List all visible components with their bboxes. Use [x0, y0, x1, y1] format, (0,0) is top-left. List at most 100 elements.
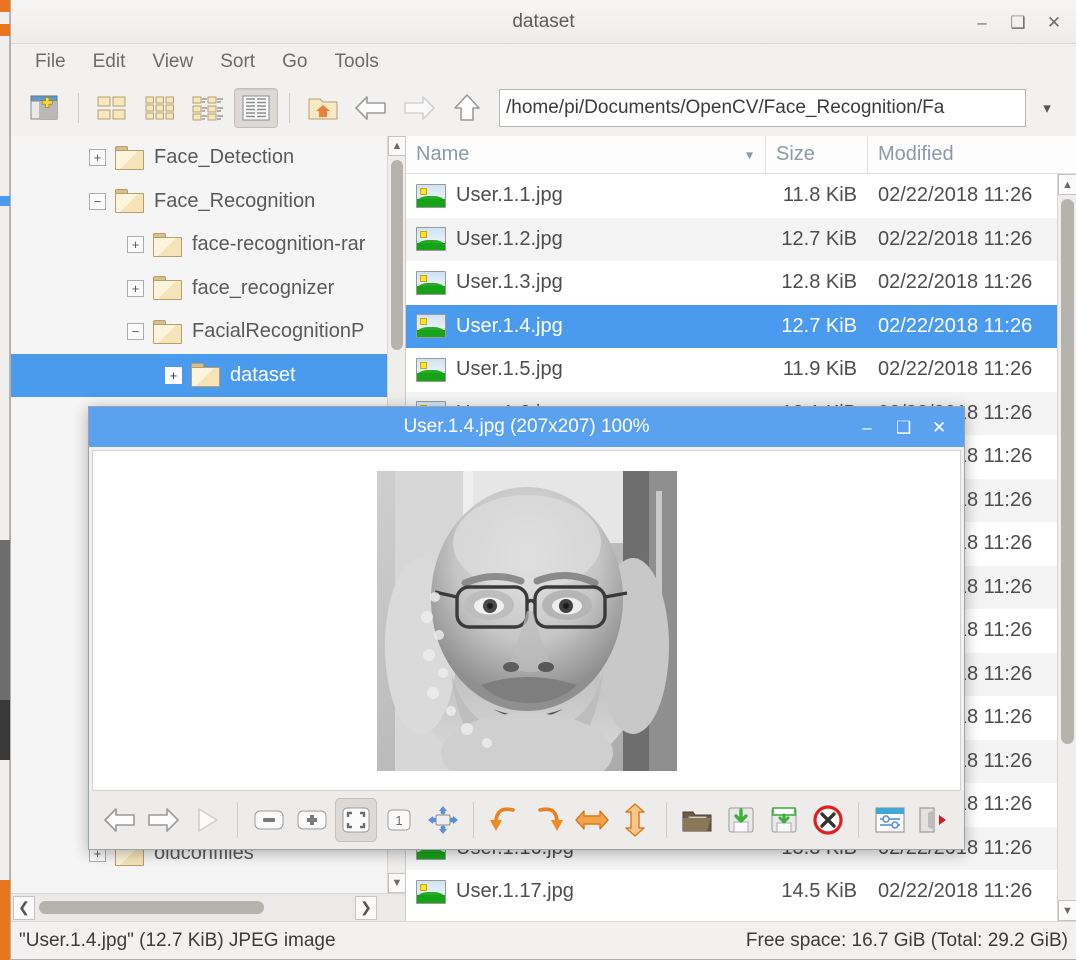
- path-dropdown-chevron-down-icon[interactable]: ▾: [1030, 89, 1064, 127]
- path-input[interactable]: /home/pi/Documents/OpenCV/Face_Recogniti…: [499, 89, 1026, 127]
- image-file-icon: [416, 184, 446, 208]
- list-vertical-scrollbar[interactable]: ▲ ▼: [1057, 174, 1076, 921]
- slideshow-play-icon[interactable]: [186, 798, 227, 842]
- file-row-modified-cell: 02/22/2018 11:26: [868, 228, 1057, 251]
- tree-item-facialrecognitionp[interactable]: − FacialRecognitionP: [11, 310, 387, 354]
- path-text: /home/pi/Documents/OpenCV/Face_Recogniti…: [506, 97, 944, 119]
- maximize-button[interactable]: ❑: [1010, 14, 1026, 31]
- tree-scroll-left-arrow-icon[interactable]: ❮: [13, 896, 35, 920]
- file-name-label: User.1.1.jpg: [456, 184, 563, 207]
- save-icon[interactable]: [720, 798, 761, 842]
- open-file-icon[interactable]: [677, 798, 718, 842]
- image-canvas[interactable]: [92, 450, 961, 791]
- tree-scroll-up-arrow-icon[interactable]: ▲: [388, 136, 405, 156]
- tree-expander-toggle[interactable]: +: [165, 367, 182, 384]
- tree-expander-toggle[interactable]: +: [127, 236, 144, 253]
- file-row-modified-cell: 02/22/2018 11:26: [868, 358, 1057, 381]
- close-button[interactable]: ✕: [1046, 14, 1062, 31]
- compact-view-icon[interactable]: [186, 88, 230, 128]
- background-window-sliver[interactable]: [0, 0, 10, 960]
- zoom-out-icon[interactable]: [248, 798, 289, 842]
- tree-expander-toggle[interactable]: −: [89, 193, 106, 210]
- statusbar-free-space: Free space: 16.7 GiB (Total: 29.2 GiB): [746, 930, 1068, 952]
- minimize-button[interactable]: –: [860, 419, 874, 436]
- zoom-fit-icon[interactable]: [335, 798, 377, 842]
- menu-tools[interactable]: Tools: [324, 49, 388, 75]
- toggle-sidebar-icon[interactable]: [23, 88, 67, 128]
- table-row[interactable]: User.1.1.jpg11.8 KiB02/22/2018 11:26: [406, 174, 1057, 218]
- file-row-modified-cell: 02/22/2018 11:26: [868, 315, 1057, 338]
- menu-view[interactable]: View: [142, 49, 203, 75]
- tree-item-label: face-recognition-rar: [192, 233, 365, 256]
- image-viewer-titlebar[interactable]: User.1.4.jpg (207x207) 100% – ❑ ✕: [89, 407, 964, 447]
- fullscreen-icon[interactable]: [422, 798, 463, 842]
- back-arrow-icon[interactable]: [349, 88, 393, 128]
- forward-arrow-icon[interactable]: [397, 88, 441, 128]
- up-arrow-icon[interactable]: [445, 88, 489, 128]
- list-scroll-up-arrow-icon[interactable]: ▲: [1058, 174, 1076, 195]
- detailed-list-view-icon[interactable]: [234, 88, 278, 128]
- home-folder-icon[interactable]: [301, 88, 345, 128]
- column-header-size-label: Size: [776, 143, 815, 166]
- preferences-icon[interactable]: [869, 798, 910, 842]
- column-header-modified[interactable]: Modified: [868, 136, 1076, 173]
- rotate-right-icon[interactable]: [528, 798, 569, 842]
- background-window-accent: [0, 0, 10, 12]
- thumbnail-view-icon[interactable]: [138, 88, 182, 128]
- tree-hscroll-thumb[interactable]: [39, 901, 264, 914]
- viewer-toolbar-separator: [666, 802, 667, 838]
- menu-sort[interactable]: Sort: [210, 49, 265, 75]
- icon-view-icon[interactable]: [90, 88, 134, 128]
- column-header-name-label: Name: [416, 143, 469, 166]
- file-row-modified-cell: 02/22/2018 11:26: [868, 184, 1057, 207]
- list-scroll-down-arrow-icon[interactable]: ▼: [1058, 900, 1076, 921]
- maximize-button[interactable]: ❑: [896, 419, 910, 436]
- list-scroll-thumb[interactable]: [1061, 199, 1074, 744]
- tree-scroll-down-arrow-icon[interactable]: ▼: [388, 873, 405, 893]
- tree-item-face-recognizer[interactable]: +face_recognizer: [11, 267, 387, 311]
- previous-image-icon[interactable]: [99, 798, 140, 842]
- save-as-icon[interactable]: [764, 798, 805, 842]
- tree-scroll-right-arrow-icon[interactable]: ❯: [355, 896, 377, 920]
- minimize-button[interactable]: –: [974, 14, 990, 31]
- tree-horizontal-scrollbar[interactable]: ❮ ❯: [11, 893, 405, 921]
- rotate-left-icon[interactable]: [484, 798, 525, 842]
- tree-item-face-recognition[interactable]: − Face_Recognition: [11, 180, 387, 224]
- menu-file[interactable]: File: [25, 49, 76, 75]
- statusbar: "User.1.4.jpg" (12.7 KiB) JPEG image Fre…: [11, 921, 1076, 959]
- column-header-size[interactable]: Size: [766, 136, 868, 173]
- folder-icon: [153, 233, 183, 257]
- next-image-icon[interactable]: [142, 798, 183, 842]
- close-button[interactable]: ✕: [932, 419, 946, 436]
- flip-horizontal-icon[interactable]: [571, 798, 612, 842]
- tree-expander-toggle[interactable]: +: [127, 280, 144, 297]
- file-manager-titlebar[interactable]: dataset – ❑ ✕: [11, 0, 1076, 44]
- tree-item-dataset[interactable]: +dataset: [11, 354, 387, 398]
- zoom-in-icon[interactable]: [292, 798, 333, 842]
- table-row[interactable]: User.1.5.jpg11.9 KiB02/22/2018 11:26: [406, 348, 1057, 392]
- delete-icon[interactable]: [807, 798, 848, 842]
- tree-scroll-thumb[interactable]: [391, 160, 403, 350]
- table-row[interactable]: User.1.4.jpg12.7 KiB02/22/2018 11:26: [406, 305, 1057, 349]
- tree-item-face-detection[interactable]: +Face_Detection: [11, 136, 387, 180]
- tree-item-face-recognition-rar[interactable]: + face-recognition-rar: [11, 223, 387, 267]
- quit-icon[interactable]: [913, 798, 954, 842]
- menu-edit[interactable]: Edit: [83, 49, 136, 75]
- tree-expander-toggle[interactable]: −: [127, 323, 144, 340]
- flip-vertical-icon[interactable]: [614, 798, 655, 842]
- sort-chevron-down-icon[interactable]: ▾: [746, 146, 753, 163]
- file-row-size-cell: 12.7 KiB: [766, 228, 868, 251]
- table-row[interactable]: User.1.3.jpg12.8 KiB02/22/2018 11:26: [406, 261, 1057, 305]
- tree-expander-toggle[interactable]: +: [89, 149, 106, 166]
- tree-item-label: Face_Recognition: [154, 190, 315, 213]
- background-window-dark-band: [0, 540, 10, 700]
- menu-go[interactable]: Go: [272, 49, 317, 75]
- tree-item-label: FacialRecognitionP: [192, 320, 364, 343]
- menubar: File Edit View Sort Go Tools: [11, 44, 1076, 80]
- table-row[interactable]: User.1.17.jpg14.5 KiB02/22/2018 11:26: [406, 870, 1057, 914]
- file-name-label: User.1.5.jpg: [456, 358, 563, 381]
- table-row[interactable]: User.1.2.jpg12.7 KiB02/22/2018 11:26: [406, 218, 1057, 262]
- column-header-name[interactable]: Name ▾: [406, 136, 766, 173]
- zoom-original-icon[interactable]: 1: [379, 798, 420, 842]
- image-file-icon: [416, 227, 446, 251]
